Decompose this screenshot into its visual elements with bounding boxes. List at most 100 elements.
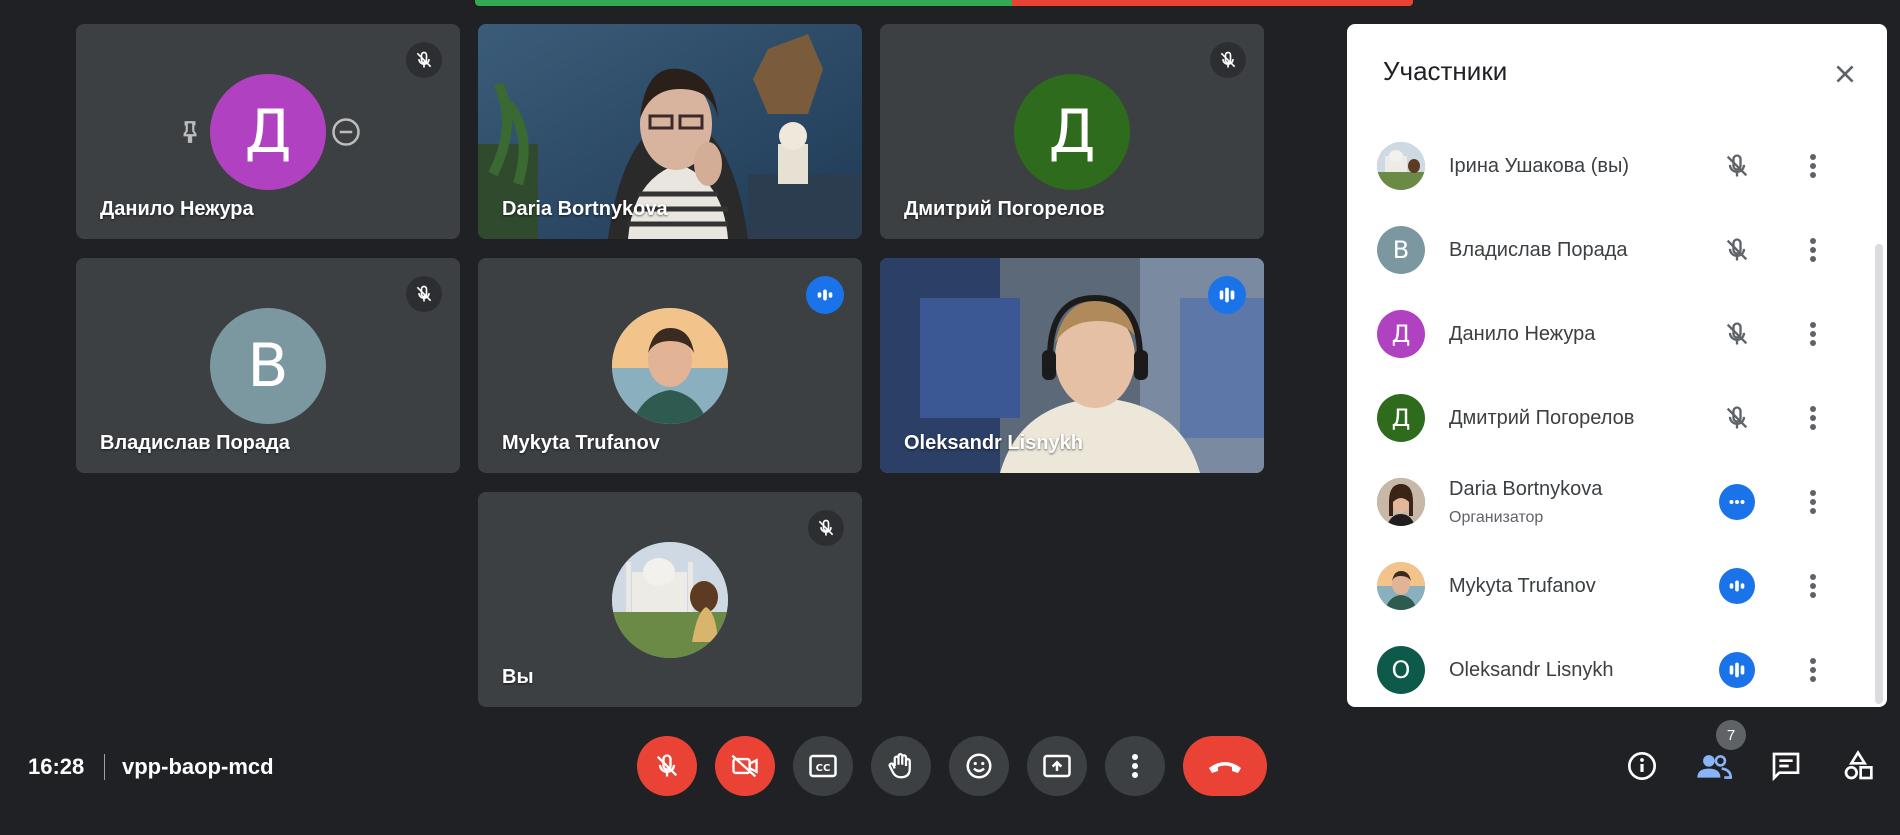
participant-row[interactable]: Daria Bortnykova Организатор bbox=[1347, 460, 1867, 544]
participants-panel: Участники Ірина Ушакова (вы) В Владислав… bbox=[1347, 24, 1887, 707]
participant-row[interactable]: Д Данило Нежура bbox=[1347, 292, 1867, 376]
camera-off-icon bbox=[731, 754, 758, 778]
meeting-details-button[interactable] bbox=[1622, 746, 1662, 786]
pin-icon[interactable] bbox=[172, 114, 208, 150]
participant-row[interactable]: O Oleksandr Lisnykh bbox=[1347, 628, 1867, 712]
captions-button[interactable]: CC bbox=[793, 736, 853, 796]
avatar bbox=[1377, 142, 1425, 190]
hang-up-icon bbox=[1209, 762, 1241, 773]
emoji-icon bbox=[966, 753, 992, 779]
avatar: O bbox=[1377, 646, 1425, 694]
participant-row[interactable]: Ірина Ушакова (вы) bbox=[1347, 124, 1867, 208]
participant-name: Mykyta Trufanov bbox=[502, 432, 660, 454]
more-options-icon[interactable] bbox=[1797, 318, 1829, 350]
activities-button[interactable] bbox=[1838, 746, 1878, 786]
shapes-icon bbox=[1844, 750, 1873, 780]
present-screen-icon bbox=[1043, 754, 1071, 778]
svg-text:CC: CC bbox=[816, 763, 831, 774]
hand-icon bbox=[888, 753, 911, 779]
speaking-idle-icon bbox=[1719, 484, 1755, 520]
chat-icon bbox=[1772, 752, 1800, 782]
more-options-icon[interactable] bbox=[1797, 402, 1829, 434]
mic-off-icon bbox=[656, 754, 678, 777]
panel-scrollbar[interactable] bbox=[1875, 244, 1883, 704]
participant-list: Ірина Ушакова (вы) В Владислав Порада Д … bbox=[1347, 124, 1867, 712]
avatar bbox=[1377, 478, 1425, 526]
mic-off-icon[interactable] bbox=[1719, 148, 1755, 184]
mic-off-icon bbox=[808, 510, 844, 546]
participant-name: Владислав Порада bbox=[1449, 238, 1628, 261]
chat-button[interactable] bbox=[1766, 746, 1806, 786]
participant-name: Дмитрий Погорелов bbox=[904, 198, 1105, 220]
participant-name: Daria Bortnykova bbox=[1449, 478, 1603, 500]
mic-off-icon[interactable] bbox=[1719, 316, 1755, 352]
mic-toggle-button[interactable] bbox=[637, 736, 697, 796]
participant-row[interactable]: Д Дмитрий Погорелов bbox=[1347, 376, 1867, 460]
participant-row[interactable]: Mykyta Trufanov bbox=[1347, 544, 1867, 628]
participant-tile[interactable]: Oleksandr Lisnykh bbox=[880, 258, 1264, 473]
participant-name: Данило Нежура bbox=[100, 198, 254, 220]
speaking-indicator-icon bbox=[1208, 276, 1246, 314]
participant-name: Вы bbox=[502, 666, 534, 688]
more-options-icon[interactable] bbox=[1797, 486, 1829, 518]
present-button[interactable] bbox=[1027, 736, 1087, 796]
more-options-icon[interactable] bbox=[1797, 234, 1829, 266]
participant-name: Дмитрий Погорелов bbox=[1449, 406, 1635, 429]
reactions-button[interactable] bbox=[949, 736, 1009, 796]
divider bbox=[104, 754, 105, 780]
more-options-icon[interactable] bbox=[1797, 150, 1829, 182]
avatar bbox=[612, 541, 728, 658]
avatar bbox=[612, 307, 728, 424]
participant-name: Daria Bortnykova bbox=[502, 198, 668, 220]
mic-off-icon bbox=[1210, 42, 1246, 78]
people-icon bbox=[1697, 755, 1732, 779]
closed-captions-icon: CC bbox=[809, 754, 837, 778]
participant-tile[interactable]: Daria Bortnykova bbox=[478, 24, 862, 239]
avatar: Д bbox=[1014, 73, 1130, 190]
profile-photo bbox=[612, 307, 728, 424]
panel-title: Участники bbox=[1383, 56, 1508, 86]
avatar: Д bbox=[1377, 310, 1425, 358]
meeting-code: vpp-baop-mcd bbox=[122, 754, 274, 779]
more-vert-icon bbox=[1132, 754, 1138, 778]
more-options-button[interactable] bbox=[1105, 736, 1165, 796]
participant-tile[interactable]: В Владислав Порада bbox=[76, 258, 460, 473]
avatar: В bbox=[1377, 226, 1425, 274]
speaking-indicator-icon bbox=[1719, 568, 1755, 604]
leave-call-button[interactable] bbox=[1183, 736, 1267, 796]
participant-name: Oleksandr Lisnykh bbox=[1449, 658, 1614, 681]
tile-hover-controls bbox=[172, 114, 364, 150]
camera-toggle-button[interactable] bbox=[715, 736, 775, 796]
participant-name: Данило Нежура bbox=[1449, 322, 1596, 345]
participant-name: Владислав Порада bbox=[100, 432, 290, 454]
avatar bbox=[1377, 562, 1425, 610]
avatar: Д bbox=[1377, 394, 1425, 442]
participant-role: Организатор bbox=[1449, 509, 1544, 526]
participant-tile[interactable]: Mykyta Trufanov bbox=[478, 258, 862, 473]
participant-name: Ірина Ушакова (вы) bbox=[1449, 154, 1630, 177]
close-icon[interactable] bbox=[1825, 54, 1865, 94]
call-status-bar bbox=[475, 0, 1413, 6]
participant-tile[interactable]: Д Дмитрий Погорелов bbox=[880, 24, 1264, 239]
speaking-indicator-icon bbox=[1719, 652, 1755, 688]
more-options-icon[interactable] bbox=[1797, 654, 1829, 686]
bottom-toolbar: 16:28 vpp-baop-mcd CC 7 bbox=[0, 720, 1900, 835]
participant-tile[interactable]: Д Данило Нежура bbox=[76, 24, 460, 239]
raise-hand-button[interactable] bbox=[871, 736, 931, 796]
avatar: В bbox=[210, 307, 326, 424]
info-icon bbox=[1628, 752, 1656, 780]
participant-name: Oleksandr Lisnykh bbox=[904, 432, 1083, 454]
mic-off-icon[interactable] bbox=[1719, 232, 1755, 268]
profile-photo bbox=[612, 541, 728, 658]
mic-off-icon bbox=[406, 42, 442, 78]
speaking-indicator-icon bbox=[806, 276, 844, 314]
participant-row[interactable]: В Владислав Порада bbox=[1347, 208, 1867, 292]
people-button[interactable] bbox=[1694, 746, 1734, 786]
mic-off-icon bbox=[406, 276, 442, 312]
clock: 16:28 bbox=[28, 754, 85, 779]
remove-icon[interactable] bbox=[328, 114, 364, 150]
more-options-icon[interactable] bbox=[1797, 570, 1829, 602]
participant-name: Mykyta Trufanov bbox=[1449, 574, 1596, 597]
self-tile[interactable]: Вы bbox=[478, 492, 862, 707]
mic-off-icon[interactable] bbox=[1719, 400, 1755, 436]
